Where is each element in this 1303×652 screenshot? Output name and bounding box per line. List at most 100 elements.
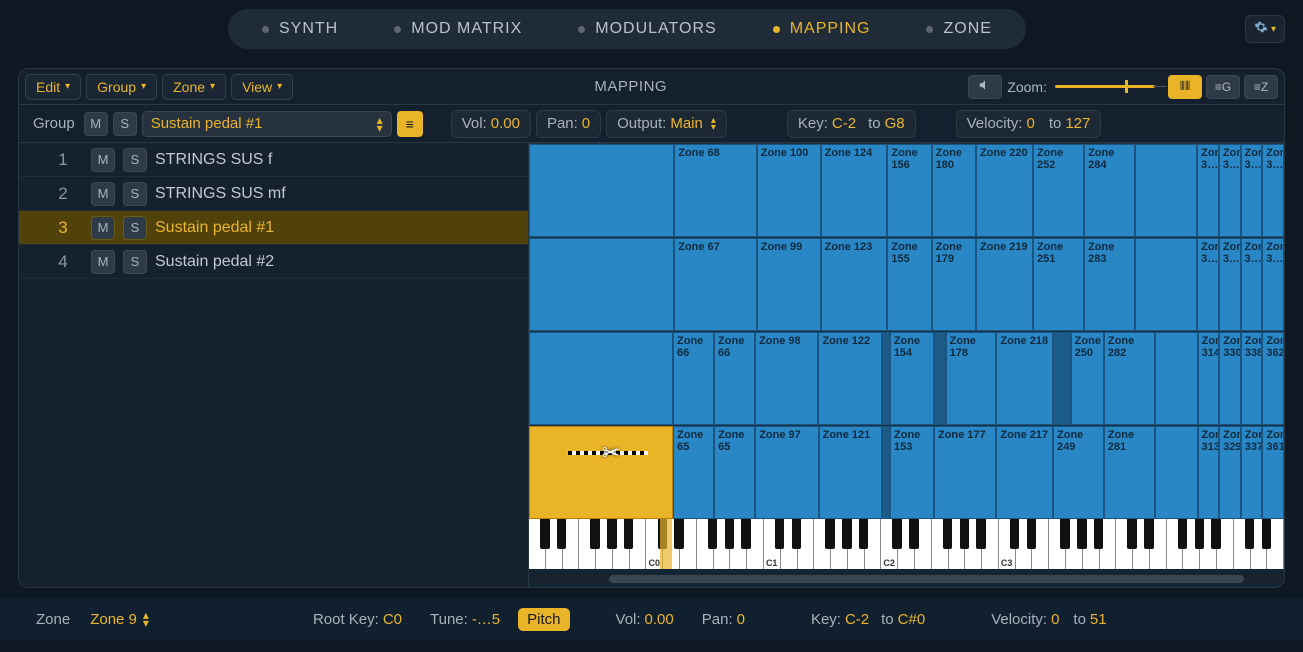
zone-cell[interactable]: Zone 3… <box>1197 238 1219 331</box>
black-key[interactable] <box>557 519 566 549</box>
black-key[interactable] <box>590 519 599 549</box>
zone-cell[interactable]: Zone 283 <box>1084 238 1135 331</box>
black-key[interactable] <box>540 519 549 549</box>
solo-button[interactable]: S <box>123 148 147 172</box>
view-mode-groups-button[interactable]: ≡G <box>1206 75 1240 99</box>
zone-cell[interactable]: Zone 65 <box>714 426 755 519</box>
white-key[interactable] <box>1049 519 1066 569</box>
zone-cell[interactable] <box>529 238 674 331</box>
zone-cell[interactable] <box>882 426 890 519</box>
mute-button[interactable]: M <box>91 216 115 240</box>
black-key[interactable] <box>892 519 901 549</box>
black-key[interactable] <box>1262 519 1271 549</box>
zone-cell[interactable] <box>529 144 674 237</box>
zone-cell[interactable] <box>1135 238 1197 331</box>
zone-cell[interactable]: Zone 154 <box>890 332 934 425</box>
black-key[interactable] <box>725 519 734 549</box>
zone-cell[interactable]: Zone 100 <box>757 144 821 237</box>
zone-cell[interactable]: Zone 156 <box>887 144 931 237</box>
black-key[interactable] <box>708 519 717 549</box>
rootkey-param[interactable]: Root Key: C0 <box>303 605 412 633</box>
white-key[interactable] <box>579 519 596 569</box>
zone-cell[interactable]: Zone 330 <box>1219 332 1241 425</box>
white-key[interactable] <box>697 519 714 569</box>
zone-cell[interactable]: Zone 65 <box>673 426 714 519</box>
tab-zone[interactable]: ZONE <box>898 9 1019 49</box>
black-key[interactable] <box>859 519 868 549</box>
zone-cell[interactable]: Zone 121 <box>819 426 882 519</box>
white-key[interactable]: C2 <box>881 519 898 569</box>
solo-button[interactable]: S <box>123 216 147 240</box>
vol-param[interactable]: Vol: 0.00 <box>451 110 531 138</box>
group-row[interactable]: 2MSSTRINGS SUS mf <box>19 177 528 211</box>
key-range-param[interactable]: Key: C-2 to G8 <box>787 110 916 138</box>
zone-cell[interactable] <box>1135 144 1197 237</box>
black-key[interactable] <box>1178 519 1187 549</box>
group-menu[interactable]: Group▾ <box>86 74 157 100</box>
black-key[interactable] <box>1195 519 1204 549</box>
zone-cell[interactable]: Zone 3… <box>1262 238 1284 331</box>
black-key[interactable] <box>1094 519 1103 549</box>
zone-cell[interactable]: Zone 67 <box>674 238 757 331</box>
black-key[interactable] <box>842 519 851 549</box>
black-key[interactable] <box>1144 519 1153 549</box>
zone-cell[interactable]: Zone 251 <box>1033 238 1084 331</box>
zone-cell[interactable]: Zone 218 <box>996 332 1053 425</box>
tune-param[interactable]: Tune: -…5 <box>420 605 510 633</box>
zone-cell[interactable]: Zone 180 <box>932 144 976 237</box>
black-key[interactable] <box>943 519 952 549</box>
group-row[interactable]: 4MSSustain pedal #2 <box>19 245 528 279</box>
zone-cell[interactable]: Zone 123 <box>821 238 888 331</box>
scrollbar-thumb[interactable] <box>609 575 1244 583</box>
zone-cell[interactable]: Zone 284 <box>1084 144 1135 237</box>
zone-cell[interactable]: Zone 3… <box>1241 238 1263 331</box>
pitch-toggle[interactable]: Pitch <box>518 608 569 631</box>
tab-synth[interactable]: SYNTH <box>234 9 366 49</box>
zone-cell[interactable] <box>529 332 673 425</box>
white-key[interactable] <box>932 519 949 569</box>
zone-cell[interactable] <box>529 426 673 519</box>
black-key[interactable] <box>960 519 969 549</box>
black-key[interactable] <box>741 519 750 549</box>
white-key[interactable] <box>814 519 831 569</box>
tab-mapping[interactable]: MAPPING <box>745 9 899 49</box>
zone-cell[interactable] <box>882 332 890 425</box>
black-key[interactable] <box>1245 519 1254 549</box>
black-key[interactable] <box>607 519 616 549</box>
footer-pan-param[interactable]: Pan: 0 <box>692 605 755 633</box>
group-row[interactable]: 1MSSTRINGS SUS f <box>19 143 528 177</box>
zone-cell[interactable]: Zone 178 <box>946 332 997 425</box>
footer-vol-param[interactable]: Vol: 0.00 <box>606 605 684 633</box>
group-selector[interactable]: Sustain pedal #1 ▴▾ <box>142 111 392 137</box>
black-key[interactable] <box>1077 519 1086 549</box>
black-key[interactable] <box>792 519 801 549</box>
group-solo-button[interactable]: S <box>113 112 137 136</box>
edit-menu[interactable]: Edit▾ <box>25 74 81 100</box>
zone-selector[interactable]: Zone 9 ▴▾ <box>82 606 157 632</box>
black-key[interactable] <box>658 519 667 549</box>
output-param[interactable]: Output: Main ▴▾ <box>606 110 727 138</box>
black-key[interactable] <box>976 519 985 549</box>
white-key[interactable] <box>1167 519 1184 569</box>
white-key[interactable]: C1 <box>764 519 781 569</box>
pan-param[interactable]: Pan: 0 <box>536 110 601 138</box>
mute-button[interactable]: M <box>91 148 115 172</box>
zone-cell[interactable]: Zone 314 <box>1198 332 1220 425</box>
zone-cell[interactable]: Zone 155 <box>887 238 931 331</box>
black-key[interactable] <box>1211 519 1220 549</box>
zoom-slider[interactable] <box>1055 85 1155 88</box>
tab-modmatrix[interactable]: MOD MATRIX <box>366 9 550 49</box>
zone-cell[interactable]: Zone 219 <box>976 238 1033 331</box>
keyboard[interactable]: C0C1C2C3 <box>529 519 1284 569</box>
zone-cell[interactable]: Zone 177 <box>934 426 996 519</box>
group-mute-button[interactable]: M <box>84 112 108 136</box>
black-key[interactable] <box>1060 519 1069 549</box>
audition-button[interactable] <box>968 75 1002 99</box>
zone-cell[interactable] <box>934 332 946 425</box>
zone-cell[interactable]: Zone 361 <box>1262 426 1284 519</box>
white-key[interactable]: C0 <box>646 519 663 569</box>
group-list-toggle[interactable]: ≡ <box>397 111 423 137</box>
zone-menu[interactable]: Zone▾ <box>162 74 226 100</box>
black-key[interactable] <box>1027 519 1036 549</box>
zone-cell[interactable]: Zone 281 <box>1104 426 1155 519</box>
